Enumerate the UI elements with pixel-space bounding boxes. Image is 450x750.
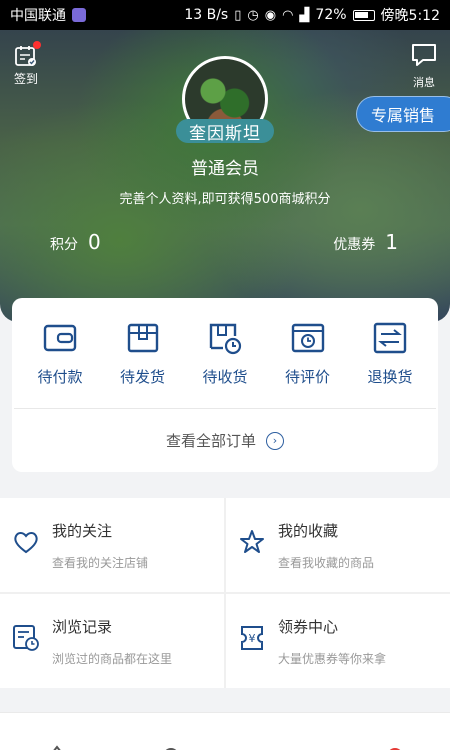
feature-subtitle: 浏览过的商品都在这里 — [52, 652, 173, 666]
feature-subtitle: 大量优惠券等你来拿 — [278, 652, 387, 666]
network-speed: 13 B/s — [184, 7, 229, 23]
order-pending-payment[interactable]: 待付款 — [20, 320, 100, 408]
order-pending-receipt[interactable]: 待收货 — [185, 320, 265, 408]
coupons-stat[interactable]: 优惠券 1 — [333, 230, 398, 254]
chat-bubble-icon — [412, 44, 436, 66]
notification-dot — [33, 41, 41, 49]
coupon-icon: ¥ — [241, 626, 263, 650]
history-icon — [13, 625, 39, 651]
profile-icon[interactable] — [384, 743, 406, 750]
star-icon — [240, 530, 264, 553]
order-returns[interactable]: 退换货 — [350, 320, 430, 408]
eye-icon: ◉ — [264, 7, 277, 23]
exclusive-sales-button[interactable]: 专属销售 — [356, 96, 450, 132]
order-label: 退换货 — [367, 368, 413, 386]
order-label: 待发货 — [119, 368, 165, 386]
wallet-icon — [43, 324, 77, 352]
my-favorites[interactable]: 我的收藏 查看我收藏的商品 — [226, 498, 450, 592]
view-all-orders[interactable]: 查看全部订单 › — [12, 409, 438, 472]
feature-subtitle: 查看我的关注店铺 — [52, 556, 149, 570]
profile-tip[interactable]: 完善个人资料,即可获得500商城积分 — [0, 188, 450, 207]
feature-title: 我的收藏 — [278, 522, 339, 540]
points-label: 积分 — [50, 237, 78, 253]
points-value: 0 — [88, 230, 101, 254]
exchange-icon — [373, 322, 407, 354]
feature-title: 我的关注 — [52, 522, 113, 540]
review-icon — [291, 323, 324, 353]
wifi-icon: ◠ — [282, 7, 294, 23]
browse-history[interactable]: 浏览记录 浏览过的商品都在这里 — [0, 594, 224, 688]
clock: 傍晚5:12 — [380, 8, 440, 24]
calendar-check-icon — [14, 41, 41, 68]
section-gap — [0, 688, 450, 712]
feature-title: 浏览记录 — [52, 618, 113, 636]
checkin-label: 签到 — [13, 72, 38, 86]
carrier-name: 中国联通 — [10, 8, 66, 24]
checkin-button[interactable]: 签到 — [10, 41, 42, 87]
messages-button[interactable]: 消息 — [408, 42, 440, 90]
carrier-badge-icon — [72, 8, 86, 22]
coupon-center[interactable]: ¥ 领券中心 大量优惠券等你来拿 — [226, 594, 450, 688]
home-icon[interactable] — [46, 743, 68, 750]
delivery-icon — [209, 323, 242, 355]
cart-icon[interactable] — [268, 743, 290, 750]
feature-subtitle: 查看我收藏的商品 — [278, 556, 375, 570]
order-pending-review[interactable]: 待评价 — [268, 320, 348, 408]
member-level: 普通会员 — [191, 159, 259, 179]
vibrate-icon: ▯ — [234, 7, 242, 23]
coupons-label: 优惠券 — [333, 237, 376, 253]
coupons-value: 1 — [385, 230, 398, 254]
battery-icon — [352, 9, 375, 21]
grid-divider — [0, 592, 450, 594]
chevron-right-icon: › — [266, 431, 284, 450]
svg-text:¥: ¥ — [249, 632, 256, 645]
battery-percent: 72% — [315, 7, 347, 23]
category-icon[interactable] — [160, 743, 182, 750]
orders-card: 待付款 待发货 待收货 待评价 退换货 查看全部订单 › — [12, 298, 438, 472]
bottom-nav — [0, 712, 450, 750]
alarm-icon: ◷ — [247, 7, 259, 23]
heart-icon — [14, 532, 38, 554]
signal-icon: ▟ — [299, 7, 310, 23]
my-follows[interactable]: 我的关注 查看我的关注店铺 — [0, 498, 224, 592]
feature-title: 领券中心 — [278, 618, 339, 636]
package-icon — [127, 323, 158, 353]
feature-grid: 我的关注 查看我的关注店铺 我的收藏 查看我收藏的商品 浏览记录 浏览过的商品都… — [0, 498, 450, 688]
user-nickname: 奎因斯坦 — [176, 119, 274, 144]
status-bar: 中国联通 13 B/s ▯ ◷ ◉ ◠ ▟ 72% 傍晚5:12 — [0, 0, 450, 30]
view-all-orders-label: 查看全部订单 — [165, 432, 256, 450]
order-label: 待收货 — [202, 368, 248, 386]
order-label: 待评价 — [284, 368, 330, 386]
points-stat[interactable]: 积分 0 — [50, 230, 101, 254]
order-label: 待付款 — [37, 368, 83, 386]
messages-label: 消息 — [413, 76, 435, 89]
order-pending-shipment[interactable]: 待发货 — [103, 320, 183, 408]
